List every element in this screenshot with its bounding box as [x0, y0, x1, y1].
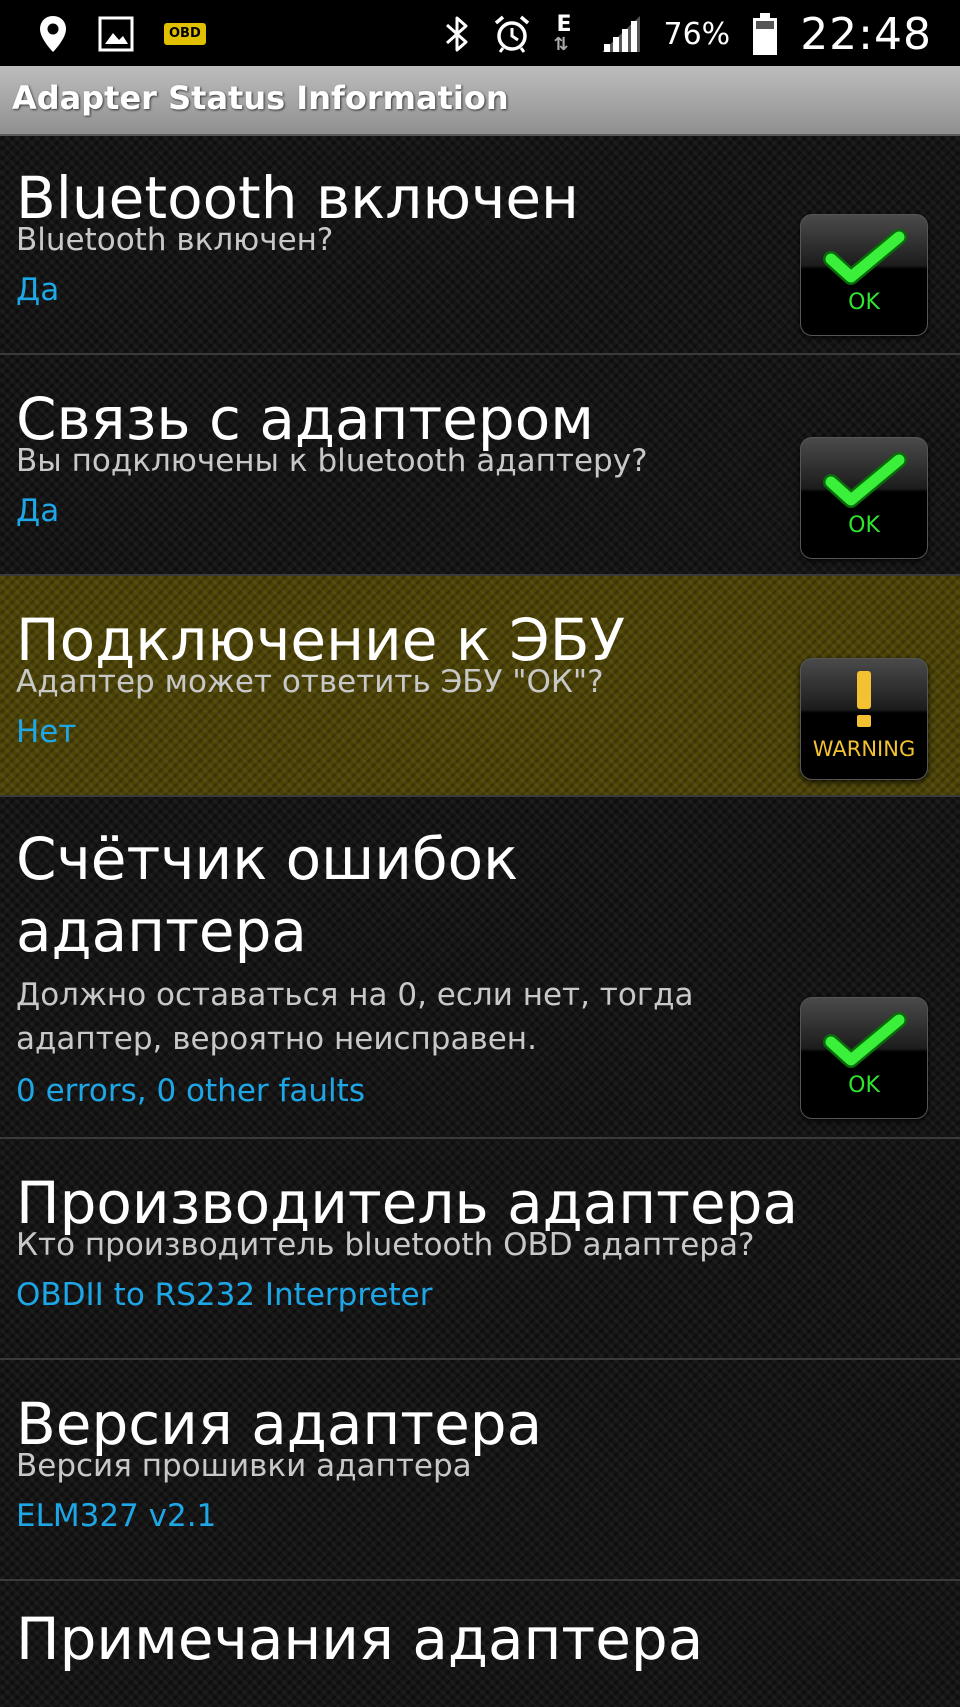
- title-bar: Adapter Status Information: [0, 66, 960, 136]
- list-item-bluetooth-enabled[interactable]: Bluetooth включен Bluetooth включен? Да …: [0, 134, 960, 355]
- item-subtitle: Версия прошивки адаптера: [16, 1448, 472, 1484]
- status-label: OK: [848, 513, 880, 538]
- location-pin-icon: [38, 14, 68, 54]
- battery-percent: 76%: [663, 16, 731, 52]
- ok-status-badge: OK: [800, 437, 928, 559]
- network-type-icon: E ⇅: [553, 12, 572, 55]
- item-title: Счётчик ошибок адаптера: [16, 825, 519, 965]
- status-bar: OBD E ⇅ 76% 22:48: [0, 0, 960, 66]
- item-subtitle: Должно оставаться на 0, если нет, тогда …: [16, 977, 694, 1057]
- gallery-image-icon: [98, 16, 134, 52]
- battery-icon: [752, 12, 778, 56]
- checkmark-icon: [823, 452, 907, 508]
- item-title: Примечания адаптера: [16, 1605, 704, 1673]
- list-item-adapter-version[interactable]: Версия адаптера Версия прошивки адаптера…: [0, 1360, 960, 1581]
- page-title: Adapter Status Information: [12, 79, 509, 117]
- item-value: 0 errors, 0 other faults: [16, 1073, 365, 1109]
- list-item-adapter-error-counter[interactable]: Счётчик ошибок адаптера Должно оставатьс…: [0, 797, 960, 1139]
- status-label: OK: [848, 290, 880, 315]
- item-value: Нет: [16, 714, 77, 750]
- status-bar-right: E ⇅ 76% 22:48: [444, 8, 933, 60]
- item-subtitle: Кто производитель bluetooth OBD адаптера…: [16, 1227, 755, 1263]
- list-item-ecu-connection[interactable]: Подключение к ЭБУ Адаптер может ответить…: [0, 576, 960, 797]
- ok-status-badge: OK: [800, 214, 928, 336]
- data-arrows-icon: ⇅: [553, 34, 569, 55]
- item-subtitle: Вы подключены к bluetooth адаптеру?: [16, 443, 648, 479]
- item-value: Да: [16, 272, 60, 308]
- item-subtitle: Bluetooth включен?: [16, 222, 334, 258]
- status-list: Bluetooth включен Bluetooth включен? Да …: [0, 134, 960, 1707]
- item-value: OBDII to RS232 Interpreter: [16, 1277, 433, 1313]
- list-item-adapter-connection[interactable]: Связь с адаптером Вы подключены к blueto…: [0, 355, 960, 576]
- obd-app-icon: OBD: [164, 23, 206, 45]
- screen: OBD E ⇅ 76% 22:48 Adapter Status Informa…: [0, 0, 960, 1707]
- bluetooth-icon: [444, 14, 470, 54]
- list-item-adapter-manufacturer[interactable]: Производитель адаптера Кто производитель…: [0, 1139, 960, 1360]
- item-value: Да: [16, 493, 60, 529]
- list-item-adapter-notes[interactable]: Примечания адаптера: [0, 1581, 960, 1707]
- ok-status-badge: OK: [800, 997, 928, 1119]
- warning-status-badge: WARNING: [800, 658, 928, 780]
- alarm-clock-icon: [492, 14, 532, 54]
- item-value: ELM327 v2.1: [16, 1498, 217, 1534]
- status-bar-left: OBD: [38, 12, 206, 56]
- signal-strength-icon: [600, 14, 642, 54]
- checkmark-icon: [823, 229, 907, 285]
- status-label: OK: [848, 1073, 880, 1098]
- item-subtitle: Адаптер может ответить ЭБУ "ОК"?: [16, 664, 604, 700]
- clock-time: 22:48: [800, 8, 932, 60]
- status-label: WARNING: [812, 737, 916, 761]
- exclamation-icon: [857, 671, 871, 727]
- checkmark-icon: [823, 1012, 907, 1068]
